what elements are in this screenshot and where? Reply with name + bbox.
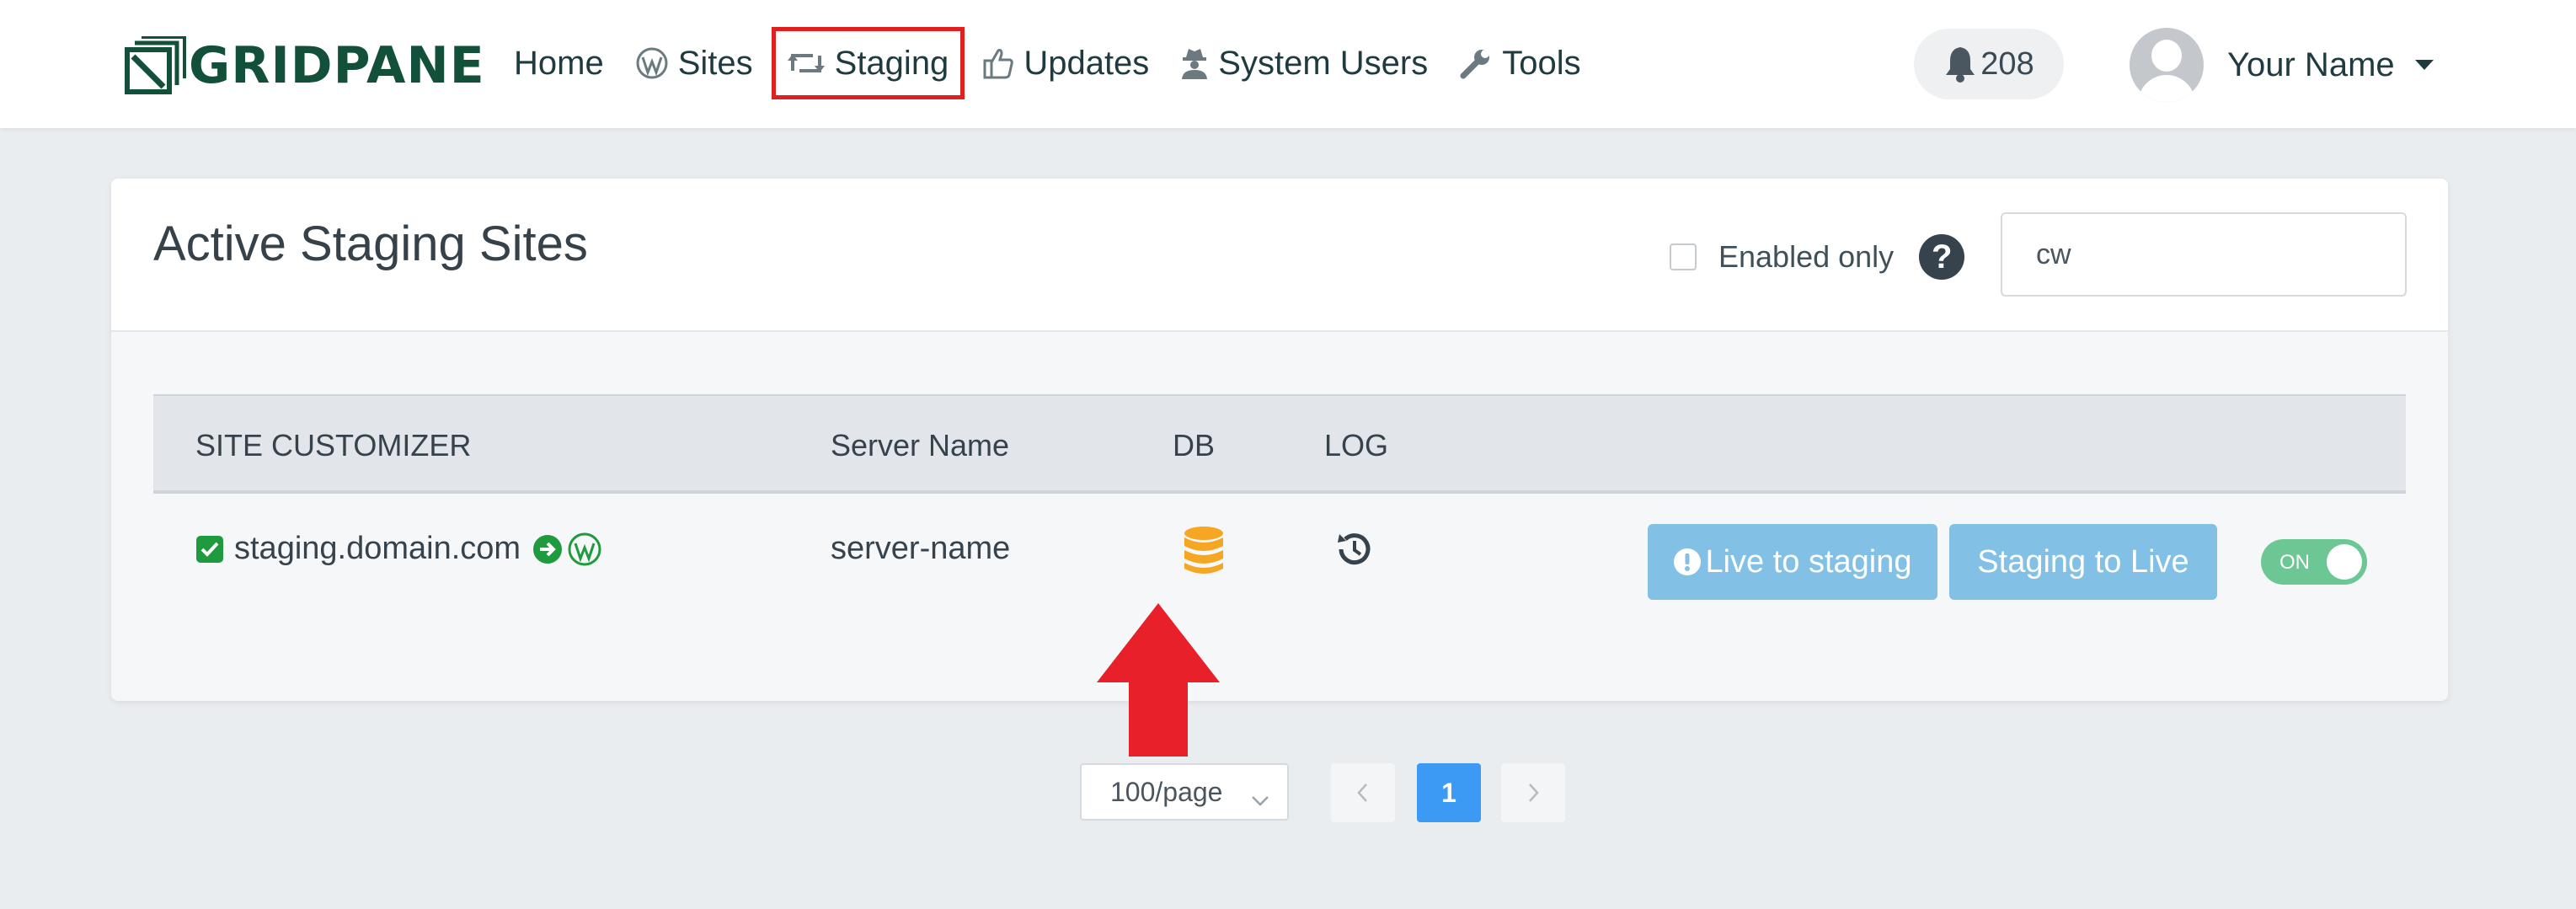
chevron-right-icon — [1526, 782, 1540, 804]
previous-page-button[interactable] — [1331, 763, 1395, 822]
main-nav: Home Sites Staging Updates System Users … — [500, 25, 1600, 101]
red-up-arrow-annotation — [1097, 603, 1220, 757]
user-name: Your Name — [2227, 45, 2395, 83]
nav-system-users[interactable]: System Users — [1168, 27, 1441, 99]
logo-text: GRIDPANE — [189, 36, 485, 95]
top-navbar: GRIDPANE Home Sites Staging Updates Syst… — [0, 0, 2576, 128]
gridpane-logo-mark-icon — [125, 36, 186, 94]
user-secret-icon — [1181, 47, 1208, 79]
exclamation-circle-icon — [1673, 548, 1702, 576]
staging-to-live-button[interactable]: Staging to Live — [1949, 524, 2217, 600]
enabled-only-filter: Enabled only ? — [1670, 234, 1965, 280]
nav-tools[interactable]: Tools — [1446, 27, 1594, 99]
nav-home[interactable]: Home — [500, 27, 617, 99]
chevron-left-icon — [1356, 782, 1370, 804]
nav-tools-label: Tools — [1502, 44, 1581, 82]
col-server-name[interactable]: Server Name — [831, 428, 1009, 463]
nav-sites-label: Sites — [677, 44, 753, 82]
staging-to-live-label: Staging to Live — [1977, 543, 2189, 580]
nav-system-users-label: System Users — [1218, 44, 1429, 82]
page-size-value: 100/page — [1110, 776, 1223, 807]
nav-sites[interactable]: Sites — [623, 27, 767, 99]
enabled-only-checkbox[interactable] — [1670, 243, 1697, 270]
page-1-button[interactable]: 1 — [1417, 763, 1481, 822]
enabled-only-label: Enabled only — [1718, 239, 1895, 274]
avatar — [2130, 28, 2204, 102]
check-square-icon — [195, 535, 224, 564]
toggle-knob — [2327, 544, 2362, 580]
notifications-count: 208 — [1980, 45, 2034, 82]
help-icon[interactable]: ? — [1919, 234, 1965, 280]
chevron-down-icon — [1250, 783, 1270, 815]
arrow-circle-right-icon[interactable] — [532, 534, 563, 564]
toggle-label: ON — [2279, 551, 2310, 574]
database-icon[interactable] — [1183, 526, 1225, 576]
server-name-cell: server-name — [831, 531, 1011, 566]
search-input[interactable] — [2001, 212, 2407, 297]
notifications-button[interactable]: 208 — [1914, 29, 2064, 99]
next-page-button[interactable] — [1501, 763, 1565, 822]
nav-updates[interactable]: Updates — [970, 27, 1162, 99]
live-to-staging-label: Live to staging — [1705, 543, 1912, 580]
wordpress-admin-icon[interactable] — [568, 532, 601, 566]
col-site-customizer[interactable]: SITE CUSTOMIZER — [195, 428, 471, 463]
bell-icon — [1943, 45, 1977, 83]
nav-home-label: Home — [514, 44, 604, 82]
col-db: DB — [1173, 428, 1216, 463]
user-menu[interactable]: Your Name — [2130, 27, 2434, 103]
col-log: LOG — [1324, 428, 1389, 463]
thumbs-up-icon — [983, 47, 1014, 79]
table-header: SITE CUSTOMIZER Server Name DB LOG — [153, 394, 2406, 494]
page-title: Active Staging Sites — [153, 217, 588, 271]
wordpress-icon — [636, 47, 668, 79]
site-enabled-toggle[interactable]: ON — [2261, 539, 2367, 585]
site-domain-link[interactable]: staging.domain.com — [234, 531, 521, 567]
live-to-staging-button[interactable]: Live to staging — [1648, 524, 1937, 600]
page-size-select[interactable]: 100/page — [1080, 763, 1289, 821]
site-cell: staging.domain.com — [195, 531, 601, 567]
history-log-icon[interactable] — [1334, 529, 1375, 569]
staging-sites-card: Active Staging Sites Enabled only ? SITE… — [111, 179, 2448, 701]
gridpane-logo[interactable]: GRIDPANE — [125, 35, 485, 96]
nav-staging[interactable]: Staging — [771, 27, 965, 99]
caret-down-icon — [2414, 60, 2434, 70]
retweet-icon — [787, 49, 825, 78]
card-header: Active Staging Sites Enabled only ? — [111, 179, 2448, 332]
nav-updates-label: Updates — [1023, 44, 1150, 82]
wrench-icon — [1460, 47, 1492, 79]
nav-staging-label: Staging — [834, 44, 949, 82]
